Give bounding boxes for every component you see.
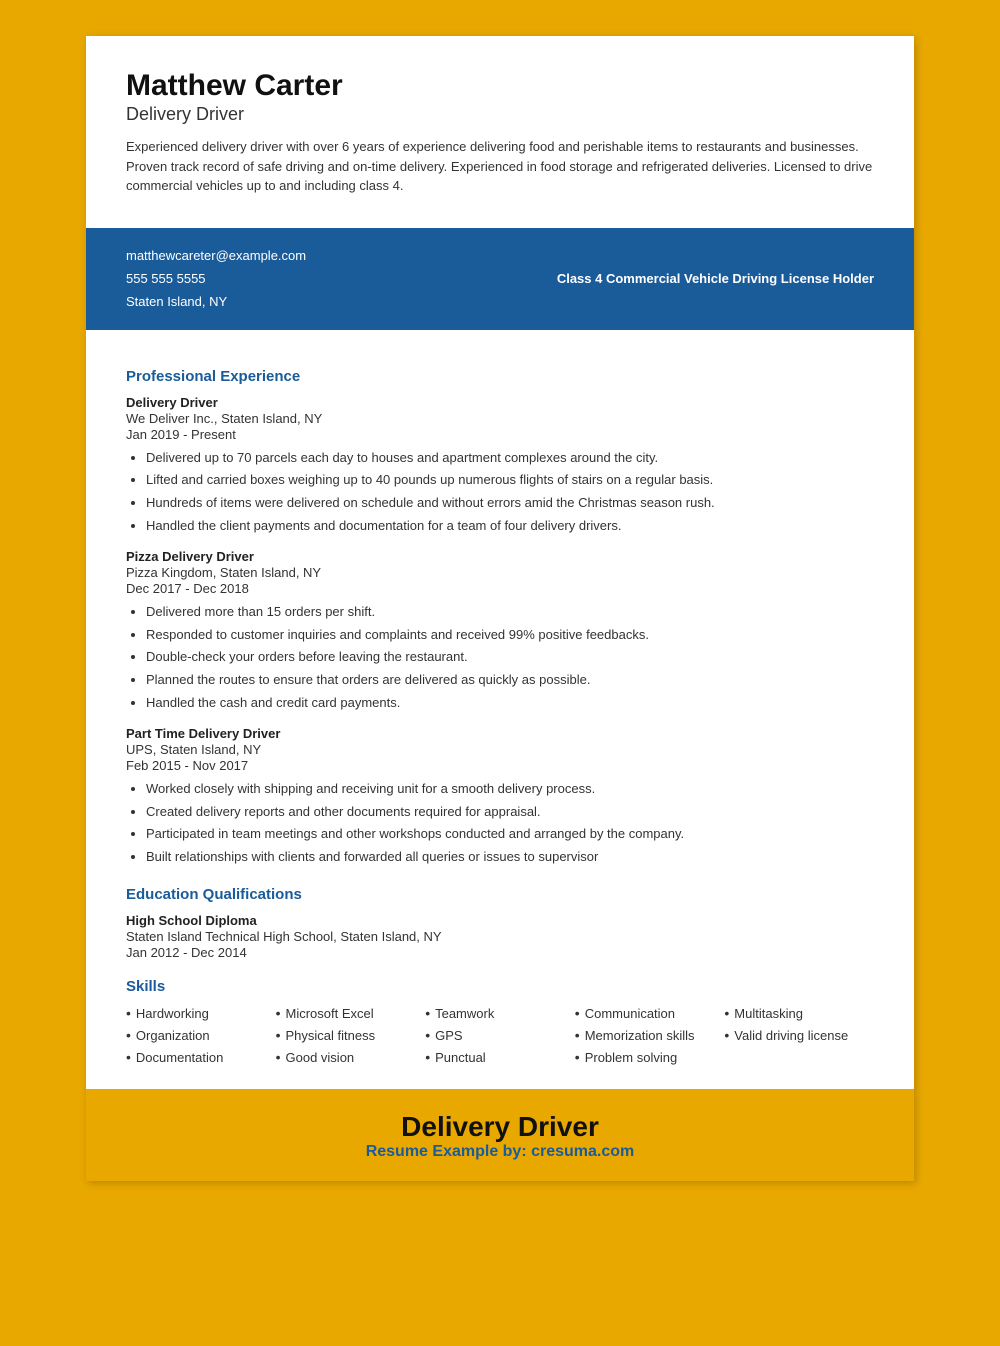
experience-section-title: Professional Experience [126,368,874,385]
skill-5: Multitasking [724,1005,874,1021]
job-1-company: We Deliver Inc., Staten Island, NY [126,411,874,426]
job-2-bullet-1: Delivered more than 15 orders per shift. [146,602,874,623]
job-3-dates: Feb 2015 - Nov 2017 [126,758,874,773]
resume-top: Matthew Carter Delivery Driver Experienc… [86,36,914,212]
job-1-bullet-1: Delivered up to 70 parcels each day to h… [146,448,874,469]
skill-6: Organization [126,1027,276,1043]
job-1-bullets: Delivered up to 70 parcels each day to h… [126,448,874,537]
job-1-bullet-4: Handled the client payments and document… [146,516,874,537]
skill-14: Problem solving [575,1049,725,1065]
resume-body: Professional Experience Delivery Driver … [86,330,914,1089]
footer-banner: Delivery Driver Resume Example by: cresu… [86,1089,914,1181]
job-2: Pizza Delivery Driver Pizza Kingdom, Sta… [126,549,874,714]
job-2-bullet-4: Planned the routes to ensure that orders… [146,670,874,691]
job-2-bullets: Delivered more than 15 orders per shift.… [126,602,874,714]
contact-credential: Class 4 Commercial Vehicle Driving Licen… [557,271,874,286]
job-3-bullet-2: Created delivery reports and other docum… [146,802,874,823]
job-2-bullet-3: Double-check your orders before leaving … [146,647,874,668]
footer-title: Delivery Driver [106,1111,894,1143]
job-3-bullet-3: Participated in team meetings and other … [146,824,874,845]
job-2-bullet-5: Handled the cash and credit card payment… [146,693,874,714]
job-3-title: Part Time Delivery Driver [126,726,874,741]
education-1-degree: High School Diploma [126,913,874,928]
skill-1: Hardworking [126,1005,276,1021]
footer-subtitle: Resume Example by: cresuma.com [106,1143,894,1161]
education-section-title: Education Qualifications [126,886,874,903]
job-2-title: Pizza Delivery Driver [126,549,874,564]
contact-left: matthewcareter@example.com 555 555 5555 … [126,244,306,314]
summary-text: Experienced delivery driver with over 6 … [126,137,874,196]
skill-3: Teamwork [425,1005,575,1021]
skill-13: Punctual [425,1049,575,1065]
job-1-bullet-3: Hundreds of items were delivered on sche… [146,493,874,514]
job-3: Part Time Delivery Driver UPS, Staten Is… [126,726,874,868]
job-2-bullet-2: Responded to customer inquiries and comp… [146,625,874,646]
education-1: High School Diploma Staten Island Techni… [126,913,874,960]
job-1: Delivery Driver We Deliver Inc., Staten … [126,395,874,537]
footer-brand: cresuma.com [531,1143,634,1160]
contact-location: Staten Island, NY [126,290,306,313]
skills-section-title: Skills [126,978,874,995]
job-3-bullets: Worked closely with shipping and receivi… [126,779,874,868]
job-1-dates: Jan 2019 - Present [126,427,874,442]
candidate-name: Matthew Carter [126,68,874,104]
job-1-title: Delivery Driver [126,395,874,410]
skill-11: Documentation [126,1049,276,1065]
job-1-bullet-2: Lifted and carried boxes weighing up to … [146,470,874,491]
skill-2: Microsoft Excel [276,1005,426,1021]
contact-email: matthewcareter@example.com [126,244,306,267]
footer-subtitle-text: Resume Example by: [366,1143,527,1160]
education-1-dates: Jan 2012 - Dec 2014 [126,945,874,960]
page-wrapper: Matthew Carter Delivery Driver Experienc… [70,20,930,1197]
job-3-bullet-1: Worked closely with shipping and receivi… [146,779,874,800]
candidate-title: Delivery Driver [126,104,874,125]
skill-8: GPS [425,1027,575,1043]
skill-7: Physical fitness [276,1027,426,1043]
resume-card: Matthew Carter Delivery Driver Experienc… [86,36,914,1181]
skills-grid: Hardworking Microsoft Excel Teamwork Com… [126,1005,874,1065]
skill-4: Communication [575,1005,725,1021]
job-2-dates: Dec 2017 - Dec 2018 [126,581,874,596]
job-3-bullet-4: Built relationships with clients and for… [146,847,874,868]
job-2-company: Pizza Kingdom, Staten Island, NY [126,565,874,580]
skill-12: Good vision [276,1049,426,1065]
contact-bar: matthewcareter@example.com 555 555 5555 … [86,228,914,330]
job-3-company: UPS, Staten Island, NY [126,742,874,757]
skill-10: Valid driving license [724,1027,874,1043]
skill-9: Memorization skills [575,1027,725,1043]
education-1-school: Staten Island Technical High School, Sta… [126,929,874,944]
contact-phone: 555 555 5555 [126,267,306,290]
